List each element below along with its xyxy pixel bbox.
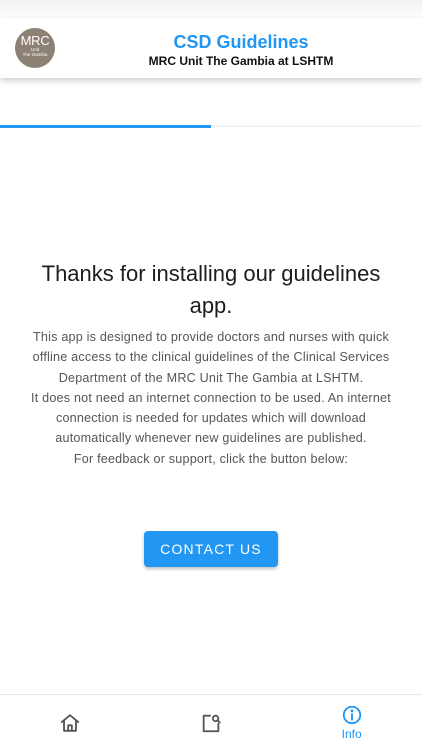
logo-subtext-line: The Gambia xyxy=(22,52,48,57)
info-content: Thanks for installing our guidelines app… xyxy=(24,258,398,469)
loading-progress-fill xyxy=(0,125,211,128)
loading-progress-bar xyxy=(0,125,422,128)
bottom-navigation: Info xyxy=(0,694,422,750)
nav-item-info[interactable]: Info xyxy=(281,695,422,750)
info-body: This app is designed to provide doctors … xyxy=(24,327,398,469)
header-titles: CSD Guidelines MRC Unit The Gambia at LS… xyxy=(70,32,412,69)
mrc-logo: MRC Unit The Gambia xyxy=(15,28,55,68)
app-title: CSD Guidelines xyxy=(173,32,309,52)
app-header: MRC Unit The Gambia CSD Guidelines MRC U… xyxy=(0,18,422,78)
nav-item-home[interactable] xyxy=(0,695,141,750)
info-paragraph: This app is designed to provide doctors … xyxy=(32,330,390,385)
welcome-heading: Thanks for installing our guidelines app… xyxy=(41,261,381,318)
edit-note-icon xyxy=(202,714,221,732)
contact-us-button[interactable]: CONTACT US xyxy=(144,531,278,567)
info-paragraph: For feedback or support, click the butto… xyxy=(73,451,349,466)
info-icon xyxy=(342,705,361,725)
info-paragraph: It does not need an internet connection … xyxy=(31,390,391,446)
app-subtitle: MRC Unit The Gambia at LSHTM xyxy=(148,54,334,68)
home-icon xyxy=(61,713,80,732)
logo-text: MRC xyxy=(20,33,50,48)
nav-item-guidelines[interactable] xyxy=(141,695,282,750)
nav-label-info: Info xyxy=(341,727,362,741)
